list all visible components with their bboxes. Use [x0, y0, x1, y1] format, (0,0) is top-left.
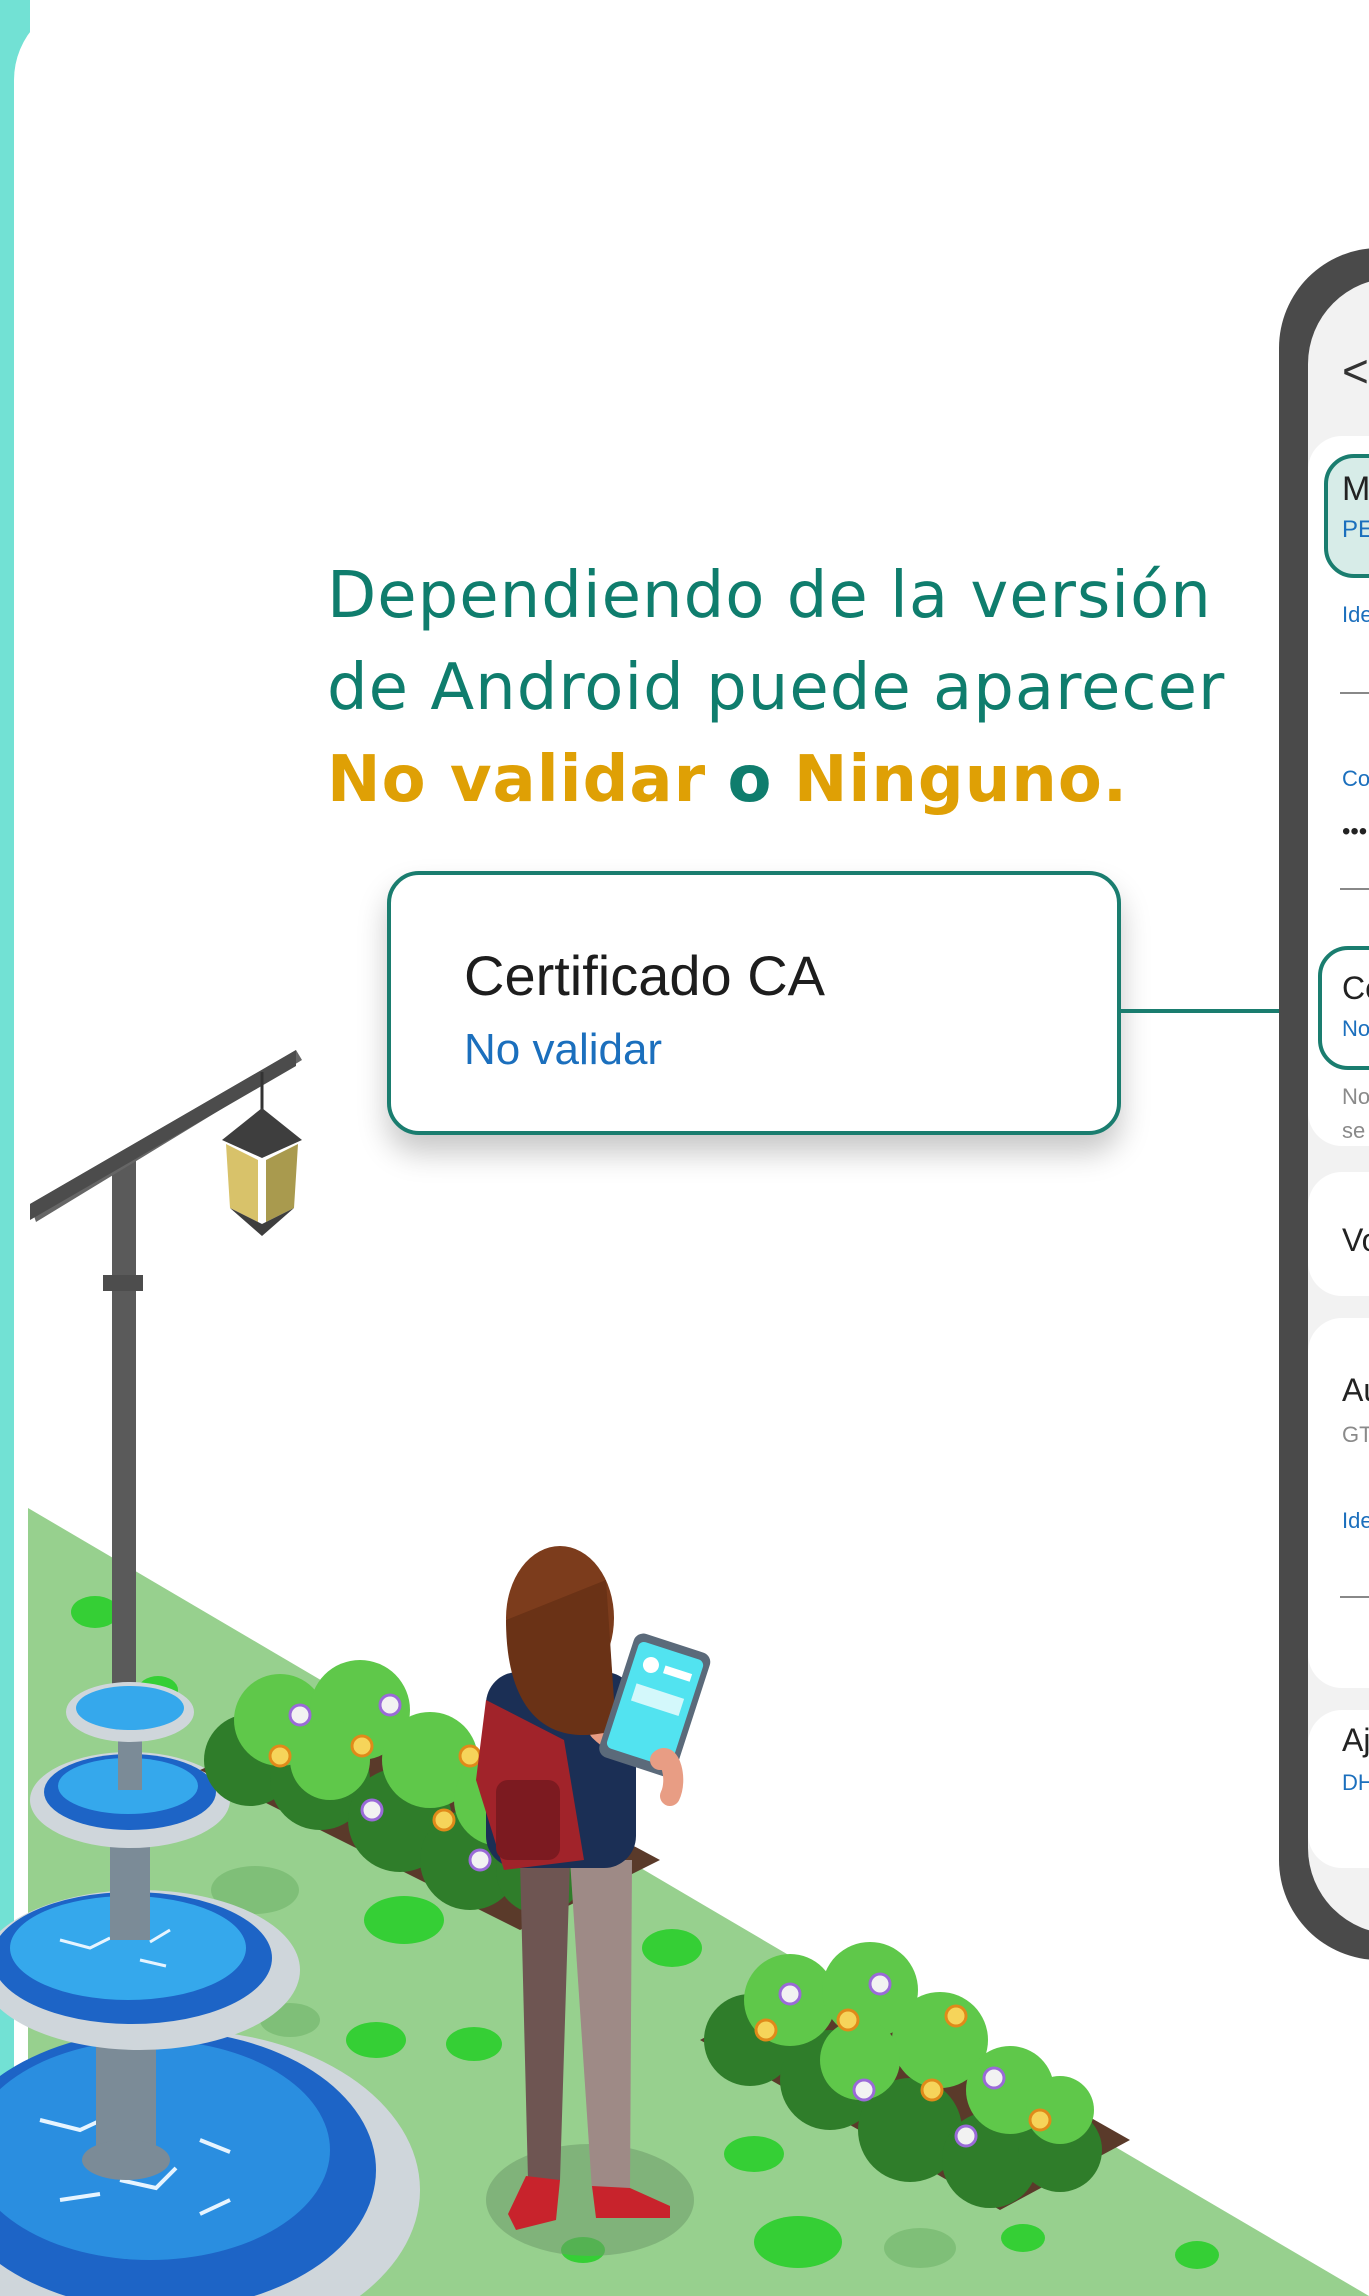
password-field[interactable]: •••	[1342, 818, 1367, 846]
anonymous-identity-underline	[1340, 1596, 1369, 1598]
ca-certificate-note-2: se	[1342, 1118, 1366, 1143]
password-label: Co	[1342, 766, 1369, 791]
eap-method-title[interactable]: M	[1342, 470, 1369, 509]
callout-value: No validar	[464, 1025, 663, 1074]
phase2-auth-title[interactable]: Au	[1342, 1372, 1369, 1409]
ca-certificate-note-1: No	[1342, 1084, 1369, 1109]
park-illustration	[0, 1050, 1369, 2296]
ip-settings-title[interactable]: Aj	[1342, 1722, 1369, 1759]
password-underline	[1340, 888, 1369, 890]
page: Dependiendo de la versión de Android pue…	[0, 0, 1369, 2296]
headline: Dependiendo de la versión de Android pue…	[327, 550, 1225, 826]
phone-screen: < M PE Ide Co ••• Ce No No se Vo Au GT I…	[1308, 278, 1369, 1934]
anonymous-identity-label: Ide	[1342, 1508, 1369, 1533]
headline-option-a: No validar	[327, 743, 707, 817]
identity-underline	[1340, 692, 1369, 694]
headline-line-2: de Android puede aparecer	[327, 651, 1226, 725]
ca-certificate-title[interactable]: Ce	[1342, 970, 1369, 1007]
ca-certificate-callout: Certificado CA No validar	[387, 871, 1121, 1135]
online-cert-status-title[interactable]: Vo	[1342, 1222, 1369, 1259]
headline-option-b: Ninguno.	[793, 743, 1129, 817]
headline-line-3: No validar o Ninguno.	[327, 734, 1225, 826]
headline-connector: o	[727, 743, 773, 817]
phase2-auth-value: GT	[1342, 1422, 1369, 1447]
back-arrow-icon[interactable]: <	[1342, 344, 1369, 398]
ca-certificate-value: No	[1342, 1016, 1369, 1041]
headline-line-1: Dependiendo de la versión	[327, 559, 1212, 633]
callout-title: Certificado CA	[464, 944, 826, 1007]
ip-settings-value: DH	[1342, 1770, 1369, 1795]
identity-label: Ide	[1342, 602, 1369, 627]
ca-certificate-highlight	[1318, 946, 1369, 1070]
eap-method-value: PE	[1342, 516, 1369, 543]
